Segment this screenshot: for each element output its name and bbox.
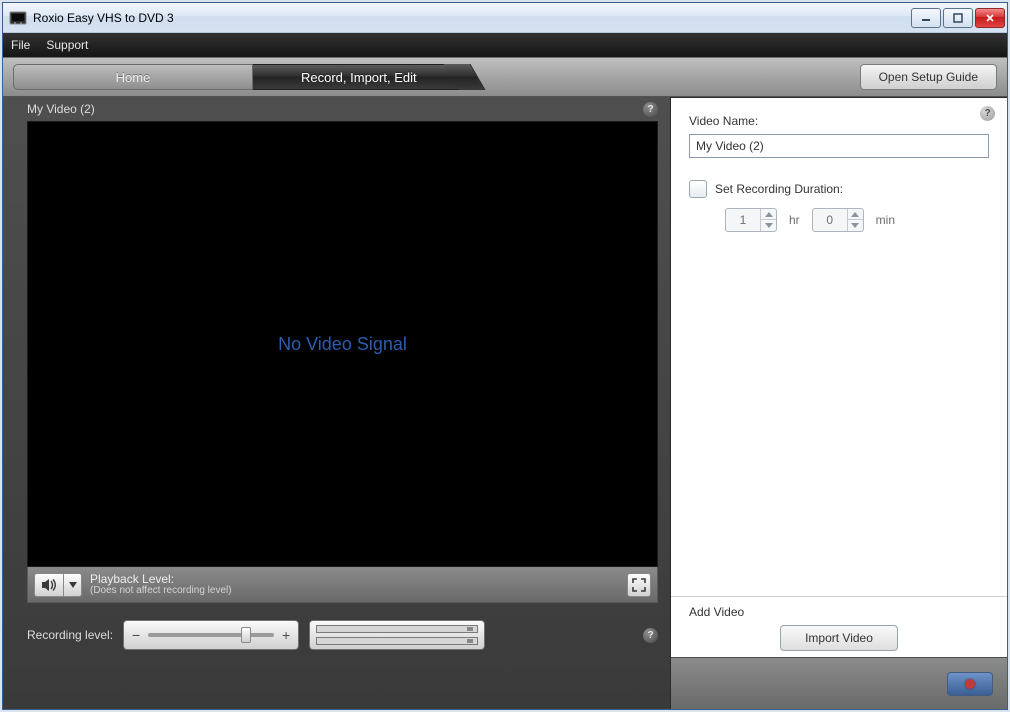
minutes-unit: min	[876, 213, 895, 227]
menu-file[interactable]: File	[11, 38, 30, 52]
slider-thumb[interactable]	[241, 627, 251, 643]
no-signal-text: No Video Signal	[278, 334, 407, 355]
window-title: Roxio Easy VHS to DVD 3	[33, 11, 911, 25]
recording-level-label: Recording level:	[27, 628, 113, 642]
close-button[interactable]	[975, 8, 1005, 28]
hours-spinner[interactable]	[725, 208, 777, 232]
speaker-button[interactable]	[34, 573, 64, 597]
minutes-up[interactable]	[848, 209, 863, 220]
record-button[interactable]	[947, 672, 993, 696]
minutes-input[interactable]	[813, 213, 847, 227]
content-area: My Video (2) ? No Video Signal	[3, 97, 1007, 709]
duration-controls: hr min	[725, 208, 989, 232]
add-video-section: Add Video Import Video	[671, 596, 1007, 657]
slider-track	[148, 633, 274, 637]
playback-level-label: Playback Level:	[90, 573, 232, 586]
minimize-button[interactable]	[911, 8, 941, 28]
tab-home-label: Home	[116, 70, 151, 85]
minutes-spinner[interactable]	[812, 208, 864, 232]
help-icon[interactable]: ?	[643, 628, 658, 643]
record-icon	[965, 679, 975, 689]
fullscreen-button[interactable]	[627, 573, 651, 597]
minus-icon: −	[130, 627, 142, 643]
menubar: File Support	[3, 33, 1007, 57]
video-title: My Video (2)	[27, 102, 95, 116]
record-bar	[671, 657, 1007, 709]
hours-down[interactable]	[761, 220, 776, 231]
hours-input[interactable]	[726, 213, 760, 227]
window-controls	[911, 8, 1005, 28]
set-duration-checkbox[interactable]	[689, 180, 707, 198]
vu-bar-right	[316, 637, 478, 645]
help-icon[interactable]: ?	[980, 106, 995, 121]
app-window: Roxio Easy VHS to DVD 3 File Support Hom…	[2, 2, 1008, 710]
minutes-down[interactable]	[848, 220, 863, 231]
recording-level-slider[interactable]: − +	[123, 620, 299, 650]
video-name-label: Video Name:	[689, 114, 989, 128]
help-icon[interactable]: ?	[643, 102, 658, 117]
tabstrip: Home Record, Import, Edit Open Setup Gui…	[3, 57, 1007, 97]
playback-labels: Playback Level: (Does not affect recordi…	[90, 573, 232, 596]
menu-support[interactable]: Support	[46, 38, 88, 52]
left-panel: My Video (2) ? No Video Signal	[3, 97, 671, 709]
playback-level-note: (Does not affect recording level)	[90, 586, 232, 597]
open-setup-guide-button[interactable]: Open Setup Guide	[860, 64, 997, 90]
settings-body: ? Video Name: Set Recording Duration:	[671, 98, 1007, 596]
add-video-label: Add Video	[689, 605, 989, 619]
speaker-dropdown[interactable]	[64, 573, 82, 597]
right-panel: ? Video Name: Set Recording Duration:	[671, 97, 1007, 709]
tab-record-import-edit[interactable]: Record, Import, Edit	[253, 64, 466, 90]
video-name-input[interactable]	[689, 134, 989, 158]
tab-home[interactable]: Home	[13, 64, 253, 90]
tab-record-label: Record, Import, Edit	[301, 70, 417, 85]
video-header: My Video (2) ?	[3, 97, 670, 121]
titlebar: Roxio Easy VHS to DVD 3	[3, 3, 1007, 33]
app-icon	[9, 9, 27, 27]
set-duration-label: Set Recording Duration:	[715, 182, 843, 196]
maximize-button[interactable]	[943, 8, 973, 28]
video-preview: No Video Signal	[27, 121, 658, 567]
recording-row: Recording level: − + ?	[3, 603, 670, 667]
set-duration-row: Set Recording Duration:	[689, 180, 989, 198]
playback-bar: Playback Level: (Does not affect recordi…	[27, 567, 658, 603]
speaker-control	[34, 573, 82, 597]
vu-meter	[309, 620, 485, 650]
import-video-button[interactable]: Import Video	[780, 625, 898, 651]
vu-bar-left	[316, 625, 478, 633]
hours-unit: hr	[789, 213, 800, 227]
plus-icon: +	[280, 627, 292, 643]
hours-up[interactable]	[761, 209, 776, 220]
